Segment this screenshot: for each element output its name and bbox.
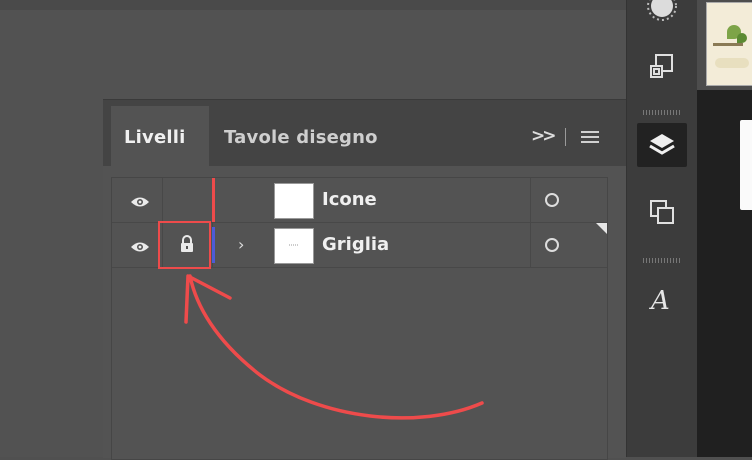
annotation-arrow bbox=[184, 274, 484, 420]
